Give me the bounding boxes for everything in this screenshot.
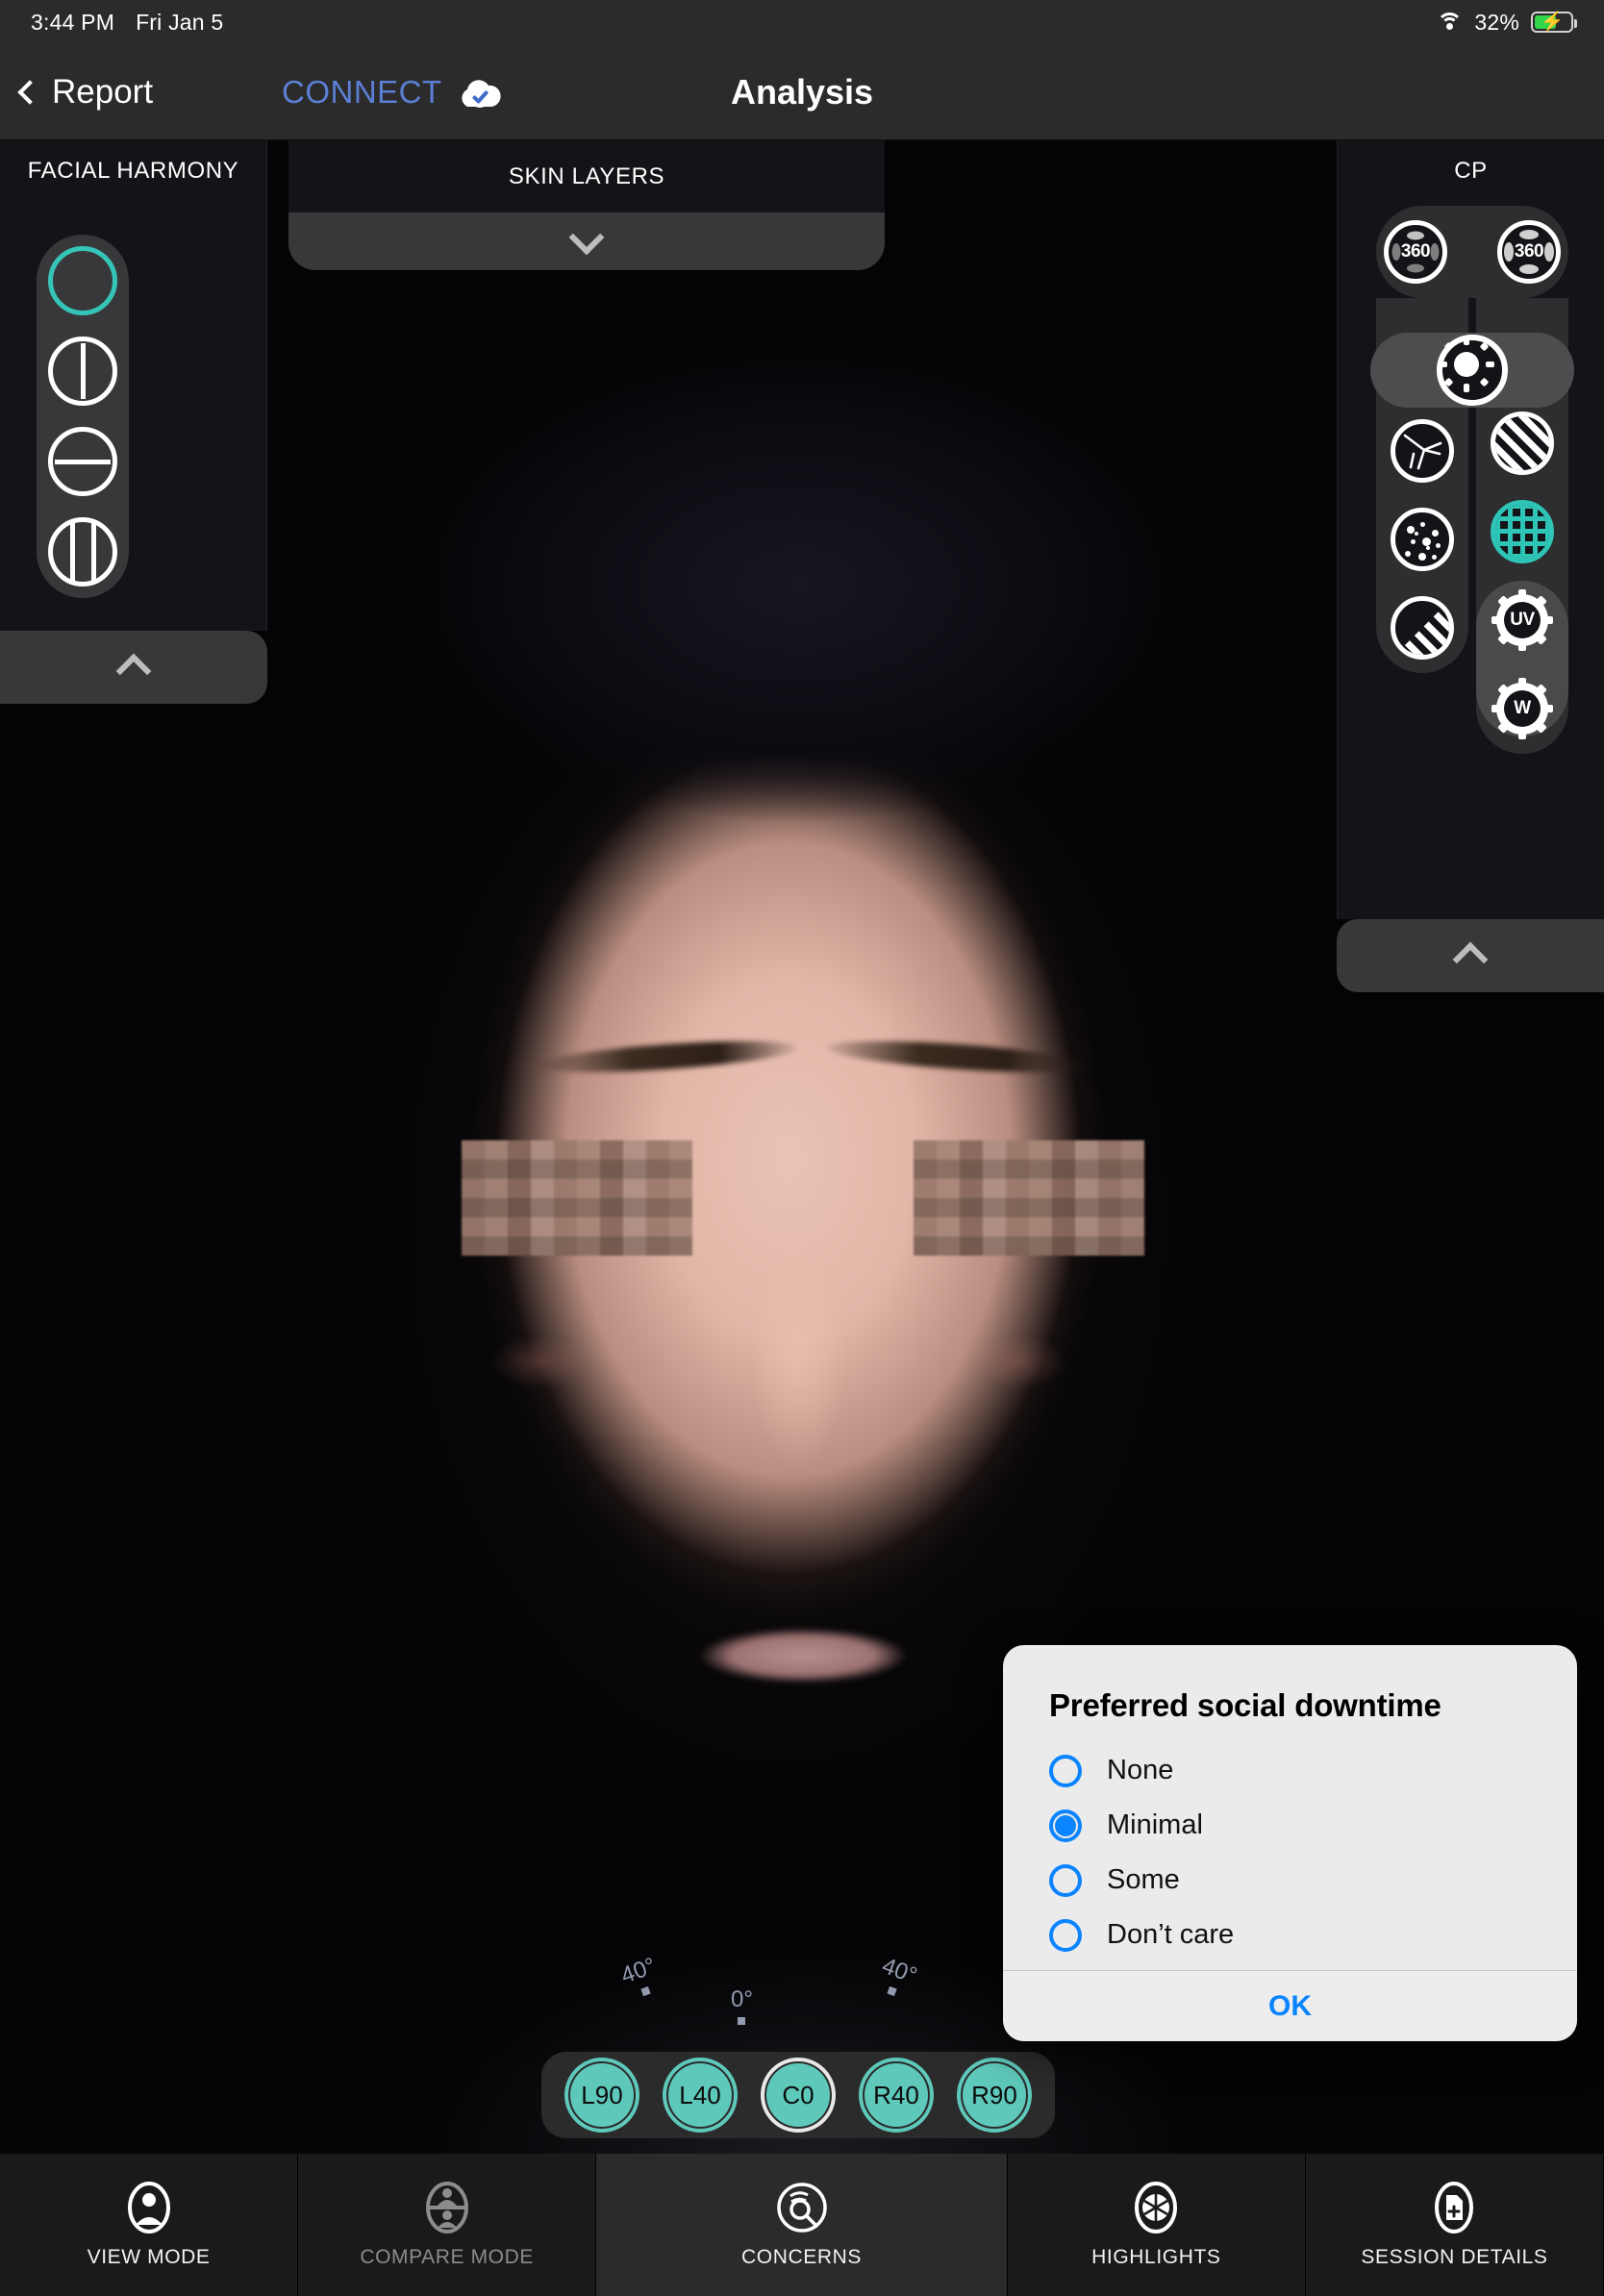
face-split-icon	[420, 2181, 474, 2234]
spots-icon[interactable]	[1391, 508, 1454, 571]
uv-gear-icon[interactable]: UV	[1491, 588, 1554, 652]
battery-percent: 32%	[1474, 10, 1519, 36]
battery-charging-icon: ⚡	[1531, 12, 1573, 33]
lips-region	[673, 1621, 933, 1690]
page-title: Analysis	[731, 72, 873, 112]
eye-redaction-right	[914, 1140, 1144, 1256]
cp-panel: CP 360 360	[1337, 140, 1604, 919]
uv-gear-label: UV	[1510, 610, 1534, 631]
face-portrait-icon	[122, 2181, 176, 2234]
nose-region	[731, 1188, 865, 1496]
toolbar-label: SESSION DETAILS	[1361, 2246, 1547, 2269]
aperture-icon	[1129, 2181, 1183, 2234]
facial-harmony-collapse-button[interactable]	[0, 631, 267, 704]
radio-option-minimal[interactable]: Minimal	[1049, 1798, 1577, 1853]
navigation-bar: Report CONNECT Analysis	[0, 44, 1604, 140]
toolbar-item-compare-mode[interactable]: COMPARE MODE	[298, 2154, 596, 2296]
facial-harmony-title: FACIAL HARMONY	[0, 140, 266, 185]
eyebrow-right	[826, 1036, 1087, 1079]
camera-360-filled-label: 360	[1515, 241, 1543, 262]
cp-panel-title: CP	[1338, 140, 1604, 185]
camera-360-label: 360	[1401, 241, 1430, 262]
chevron-up-icon	[1453, 942, 1489, 978]
radio-icon[interactable]	[1049, 1755, 1082, 1787]
face-magnifier-icon	[775, 2181, 829, 2234]
chevron-down-icon	[569, 220, 605, 256]
eye-redaction-left	[462, 1140, 692, 1256]
facial-harmony-panel: FACIAL HARMONY	[0, 140, 267, 631]
cp-collapse-button[interactable]	[1337, 919, 1604, 992]
bottom-toolbar: VIEW MODE COMPARE MODE CONCERNS	[0, 2154, 1604, 2296]
connect-status-button[interactable]: CONNECT	[282, 74, 502, 111]
cp-standard-light-button[interactable]	[1370, 333, 1574, 408]
radio-option-some[interactable]: Some	[1049, 1853, 1577, 1908]
toolbar-label: COMPARE MODE	[360, 2246, 534, 2269]
radio-option-none[interactable]: None	[1049, 1743, 1577, 1798]
radio-label: Some	[1107, 1864, 1180, 1896]
toolbar-item-session-details[interactable]: SESSION DETAILS	[1306, 2154, 1604, 2296]
angle-button-l40[interactable]: L40	[663, 2058, 738, 2133]
circle-vertical-thirds-icon[interactable]	[48, 517, 117, 586]
radio-icon[interactable]	[1049, 1864, 1082, 1897]
radio-option-dont-care[interactable]: Don’t care	[1049, 1908, 1577, 1962]
half-hatch-icon[interactable]	[1391, 596, 1454, 660]
wifi-icon	[1437, 12, 1463, 32]
eyebrow-left	[538, 1036, 798, 1079]
cloud-check-icon	[456, 75, 502, 110]
angle-selector: L90 L40 C0 R40 R90	[541, 2052, 1055, 2138]
toolbar-label: CONCERNS	[741, 2246, 862, 2269]
radio-icon[interactable]	[1049, 1919, 1082, 1952]
skin-layers-expand-button[interactable]	[288, 212, 885, 270]
document-plus-icon	[1427, 2181, 1481, 2234]
cp-top-rail: 360 360	[1376, 206, 1568, 298]
device-angle-right: 40°	[874, 1953, 920, 2001]
diagonal-hatch-icon[interactable]	[1491, 412, 1554, 475]
radio-label: Minimal	[1107, 1809, 1203, 1841]
toolbar-item-view-mode[interactable]: VIEW MODE	[0, 2154, 298, 2296]
status-time: 3:44 PM	[31, 10, 114, 36]
connect-label: CONNECT	[282, 74, 442, 111]
angle-button-r90[interactable]: R90	[957, 2058, 1032, 2133]
device-angle-center: 0°	[731, 1986, 753, 2025]
facial-harmony-rail	[37, 235, 129, 598]
status-date: Fri Jan 5	[136, 10, 223, 36]
camera-360-filled-icon[interactable]: 360	[1497, 220, 1561, 284]
vessels-icon[interactable]	[1391, 419, 1454, 483]
cross-hatch-icon[interactable]	[1491, 500, 1554, 563]
toolbar-label: VIEW MODE	[88, 2246, 211, 2269]
dialog-ok-label: OK	[1268, 1990, 1312, 2023]
circle-horizontal-split-icon[interactable]	[48, 427, 117, 496]
toolbar-label: HIGHLIGHTS	[1091, 2246, 1220, 2269]
w-gear-label: W	[1514, 698, 1530, 719]
radio-label: Don’t care	[1107, 1919, 1234, 1951]
dialog-ok-button[interactable]: OK	[1003, 1970, 1577, 2041]
toolbar-item-concerns[interactable]: CONCERNS	[596, 2154, 1008, 2296]
chevron-up-icon	[116, 654, 152, 689]
circle-outline-icon[interactable]	[48, 246, 117, 315]
device-angle-left: 40°	[617, 1953, 664, 2001]
preferred-social-downtime-dialog: Preferred social downtime None Minimal S…	[1003, 1645, 1577, 2041]
radio-label: None	[1107, 1755, 1173, 1786]
back-button-label: Report	[52, 73, 153, 112]
camera-360-icon[interactable]: 360	[1384, 220, 1447, 284]
status-bar-right: 32% ⚡	[1437, 10, 1573, 36]
skin-layers-panel: SKIN LAYERS	[288, 140, 885, 212]
circle-vertical-split-icon[interactable]	[48, 337, 117, 406]
angle-button-c0[interactable]: C0	[761, 2058, 836, 2133]
radio-icon-selected[interactable]	[1049, 1809, 1082, 1842]
w-gear-icon[interactable]: W	[1491, 677, 1554, 740]
angle-button-l90[interactable]: L90	[564, 2058, 639, 2133]
sun-gear-icon	[1437, 335, 1508, 406]
skin-layers-title: SKIN LAYERS	[288, 140, 885, 212]
angle-button-r40[interactable]: R40	[859, 2058, 934, 2133]
dialog-title: Preferred social downtime	[1003, 1645, 1577, 1732]
toolbar-item-highlights[interactable]: HIGHLIGHTS	[1008, 2154, 1306, 2296]
back-button[interactable]: Report	[21, 73, 153, 112]
chevron-left-icon	[17, 80, 41, 104]
dialog-options: None Minimal Some Don’t care	[1003, 1732, 1577, 1962]
status-bar: 3:44 PM Fri Jan 5 32% ⚡	[0, 0, 1604, 44]
status-bar-left: 3:44 PM Fri Jan 5	[31, 10, 223, 36]
